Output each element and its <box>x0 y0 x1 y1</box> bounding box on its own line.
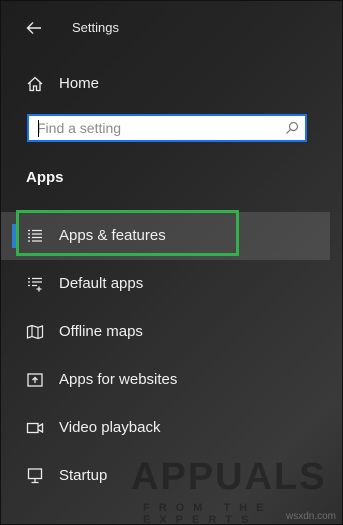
nav-item-label: Default apps <box>59 275 144 292</box>
list-icon <box>26 227 44 245</box>
map-icon <box>26 323 44 341</box>
settings-window: Settings Home Apps Apps & features Defau… <box>0 0 343 525</box>
nav-item-default-apps[interactable]: Default apps <box>1 260 330 308</box>
home-icon <box>26 75 44 93</box>
title-bar: Settings <box>1 11 330 45</box>
search-input[interactable] <box>37 119 277 137</box>
default-apps-icon <box>26 275 44 293</box>
back-arrow-icon[interactable] <box>25 19 43 37</box>
home-label: Home <box>59 75 100 92</box>
nav-item-apps-for-websites[interactable]: Apps for websites <box>1 356 330 404</box>
search-box[interactable] <box>27 114 307 142</box>
nav-item-video-playback[interactable]: Video playback <box>1 404 330 452</box>
search-icon[interactable] <box>285 121 299 135</box>
text-caret <box>38 120 39 137</box>
nav-item-label: Apps for websites <box>59 371 178 388</box>
video-icon <box>26 419 44 437</box>
section-heading: Apps <box>26 169 64 186</box>
open-link-icon <box>26 371 44 389</box>
nav-item-label: Video playback <box>59 419 161 436</box>
nav-item-label: Offline maps <box>59 323 143 340</box>
watermark-text: wsxdn.com <box>285 511 336 522</box>
monitor-icon <box>26 467 44 485</box>
nav-item-label: Apps & features <box>59 227 166 244</box>
nav-item-apps-features[interactable]: Apps & features <box>1 212 330 260</box>
selection-indicator <box>12 224 16 248</box>
logo-text: APPUALS <box>131 456 327 498</box>
nav-item-offline-maps[interactable]: Offline maps <box>1 308 330 356</box>
home-nav-item[interactable]: Home <box>1 67 330 101</box>
nav-item-label: Startup <box>59 467 108 484</box>
window-title: Settings <box>72 20 119 35</box>
